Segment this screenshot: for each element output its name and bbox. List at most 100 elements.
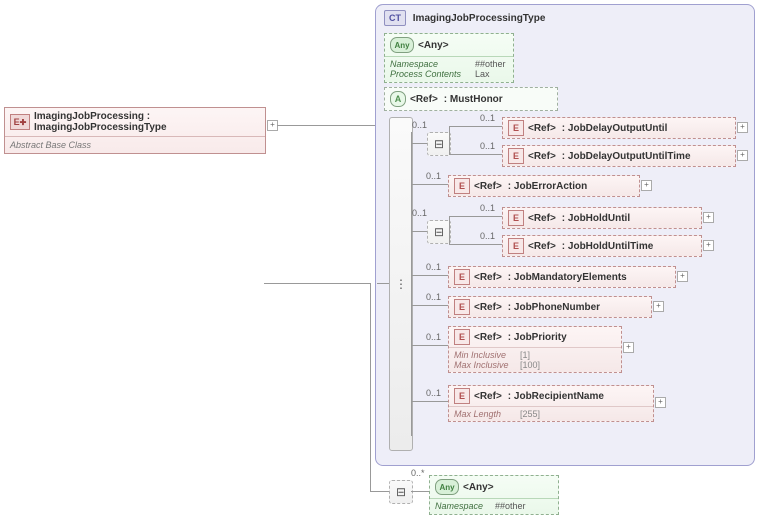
musthonor-ref: <Ref> bbox=[410, 94, 438, 105]
choice-compositor[interactable]: ⊟ bbox=[427, 220, 451, 244]
any-label: <Any> bbox=[463, 482, 494, 493]
choice-compositor[interactable]: ⊟ bbox=[427, 132, 451, 156]
ref-name: : JobHoldUntilTime bbox=[562, 241, 653, 252]
connector-line bbox=[370, 491, 389, 492]
facet-val: [100] bbox=[520, 360, 540, 370]
connector-line bbox=[264, 283, 370, 284]
expand-handle-icon[interactable]: + bbox=[703, 240, 714, 251]
any-body: Namespace##other bbox=[430, 499, 558, 514]
choice-icon: ⊟ bbox=[396, 485, 406, 499]
element-badge-icon: E bbox=[454, 299, 470, 315]
expand-handle-icon[interactable]: + bbox=[737, 150, 748, 161]
any-badge-icon: Any bbox=[435, 479, 459, 495]
connector-line bbox=[411, 491, 429, 492]
connector-line bbox=[411, 275, 448, 276]
any-body: Namespace##other Process ContentsLax bbox=[385, 57, 513, 82]
occurrence-label: 0..1 bbox=[426, 388, 441, 398]
ref-jobmandatoryelements[interactable]: E <Ref> : JobMandatoryElements bbox=[448, 266, 676, 288]
occurrence-label: 0..1 bbox=[426, 171, 441, 181]
any-ns-key: Namespace bbox=[435, 501, 495, 511]
ref-label: <Ref> bbox=[474, 181, 502, 192]
connector-line bbox=[411, 345, 448, 346]
expand-handle-icon[interactable]: + bbox=[703, 212, 714, 223]
facet-val: [255] bbox=[520, 409, 540, 419]
expand-handle-icon[interactable]: + bbox=[641, 180, 652, 191]
ref-header: E <Ref> : JobHoldUntilTime bbox=[503, 236, 701, 256]
connector-line bbox=[449, 126, 502, 127]
ref-label: <Ref> bbox=[474, 302, 502, 313]
any-wildcard-bottom[interactable]: Any <Any> Namespace##other bbox=[429, 475, 559, 515]
any-proc-key: Process Contents bbox=[390, 69, 475, 79]
ref-jobdelayoutputuntil[interactable]: E <Ref> : JobDelayOutputUntil bbox=[502, 117, 736, 139]
element-badge-icon: E bbox=[454, 329, 470, 345]
expand-handle-icon[interactable]: + bbox=[653, 301, 664, 312]
occurrence-label: 0..1 bbox=[412, 208, 427, 218]
ref-header: E <Ref> : JobDelayOutputUntilTime bbox=[503, 146, 735, 166]
connector-line bbox=[449, 216, 502, 217]
ref-label: <Ref> bbox=[474, 391, 502, 402]
facet-key: Max Inclusive bbox=[454, 360, 520, 370]
ref-name: : JobHoldUntil bbox=[562, 213, 630, 224]
connector-line bbox=[411, 143, 427, 144]
sequence-compositor[interactable]: ⋮ bbox=[389, 117, 413, 451]
connector-line bbox=[449, 126, 450, 154]
choice-icon: ⊟ bbox=[434, 225, 444, 239]
any-header: Any <Any> bbox=[430, 476, 558, 499]
ref-header: E <Ref> : JobErrorAction bbox=[449, 176, 639, 196]
ref-joberroraction[interactable]: E <Ref> : JobErrorAction bbox=[448, 175, 640, 197]
root-element-header: E✚ ImagingJobProcessing : ImagingJobProc… bbox=[5, 108, 265, 137]
connector-line bbox=[449, 154, 502, 155]
element-badge-icon: E bbox=[454, 269, 470, 285]
ref-jobphonenumber[interactable]: E <Ref> : JobPhoneNumber bbox=[448, 296, 652, 318]
ref-header: E <Ref> : JobDelayOutputUntil bbox=[503, 118, 735, 138]
ref-jobpriority[interactable]: E <Ref> : JobPriority Min Inclusive[1] M… bbox=[448, 326, 622, 373]
ref-name: : JobMandatoryElements bbox=[508, 272, 627, 283]
ref-jobrecipientname[interactable]: E <Ref> : JobRecipientName Max Length[25… bbox=[448, 385, 654, 422]
connector-line bbox=[449, 216, 450, 244]
complextype-title: ImagingJobProcessingType bbox=[413, 13, 546, 24]
complextype-header: CT ImagingJobProcessingType bbox=[376, 5, 754, 31]
connector-line bbox=[411, 184, 448, 185]
root-element-subtitle: Abstract Base Class bbox=[5, 137, 265, 153]
connector-line bbox=[411, 305, 448, 306]
root-element-label: ImagingJobProcessing : ImagingJobProcess… bbox=[34, 111, 260, 133]
ref-name: : JobPhoneNumber bbox=[508, 302, 600, 313]
any-badge-icon: Any bbox=[390, 37, 414, 53]
ref-name: : JobDelayOutputUntil bbox=[562, 123, 668, 134]
ref-jobholduntiltime[interactable]: E <Ref> : JobHoldUntilTime bbox=[502, 235, 702, 257]
ref-jobdelayoutputuntiltime[interactable]: E <Ref> : JobDelayOutputUntilTime bbox=[502, 145, 736, 167]
occurrence-label: 0..* bbox=[411, 468, 425, 478]
any-label: <Any> bbox=[418, 40, 449, 51]
root-element[interactable]: E✚ ImagingJobProcessing : ImagingJobProc… bbox=[4, 107, 266, 154]
facet-key: Min Inclusive bbox=[454, 350, 520, 360]
element-badge-icon: E bbox=[454, 178, 470, 194]
expand-handle-icon[interactable]: + bbox=[655, 397, 666, 408]
any-proc-val: Lax bbox=[475, 69, 490, 79]
complextype-badge-icon: CT bbox=[384, 10, 406, 26]
occurrence-label: 0..1 bbox=[426, 332, 441, 342]
ref-header: E <Ref> : JobPhoneNumber bbox=[449, 297, 651, 317]
ref-jobholduntil[interactable]: E <Ref> : JobHoldUntil bbox=[502, 207, 702, 229]
ref-header: E <Ref> : JobHoldUntil bbox=[503, 208, 701, 228]
choice-icon: ⊟ bbox=[434, 137, 444, 151]
occurrence-label: 0..1 bbox=[480, 113, 495, 123]
ref-header: E <Ref> : JobRecipientName bbox=[449, 386, 653, 406]
occurrence-label: 0..1 bbox=[412, 120, 427, 130]
occurrence-label: 0..1 bbox=[426, 262, 441, 272]
connector-line bbox=[411, 231, 427, 232]
occurrence-label: 0..1 bbox=[426, 292, 441, 302]
connector-line bbox=[449, 244, 502, 245]
ref-name: : JobPriority bbox=[508, 332, 567, 343]
expand-handle-icon[interactable]: + bbox=[623, 342, 634, 353]
attribute-badge-icon: A bbox=[390, 91, 406, 107]
any-wildcard-top[interactable]: Any <Any> Namespace##other Process Conte… bbox=[384, 33, 514, 83]
attribute-musthonor[interactable]: A <Ref> : MustHonor bbox=[384, 87, 558, 111]
expand-handle-icon[interactable]: + bbox=[677, 271, 688, 282]
element-badge-icon: E bbox=[508, 120, 524, 136]
musthonor-name: : MustHonor bbox=[444, 94, 503, 105]
ref-label: <Ref> bbox=[528, 241, 556, 252]
connector-line bbox=[377, 283, 389, 284]
choice-compositor[interactable]: ⊟ bbox=[389, 480, 413, 504]
connector-line bbox=[370, 283, 371, 491]
expand-handle-icon[interactable]: + bbox=[737, 122, 748, 133]
